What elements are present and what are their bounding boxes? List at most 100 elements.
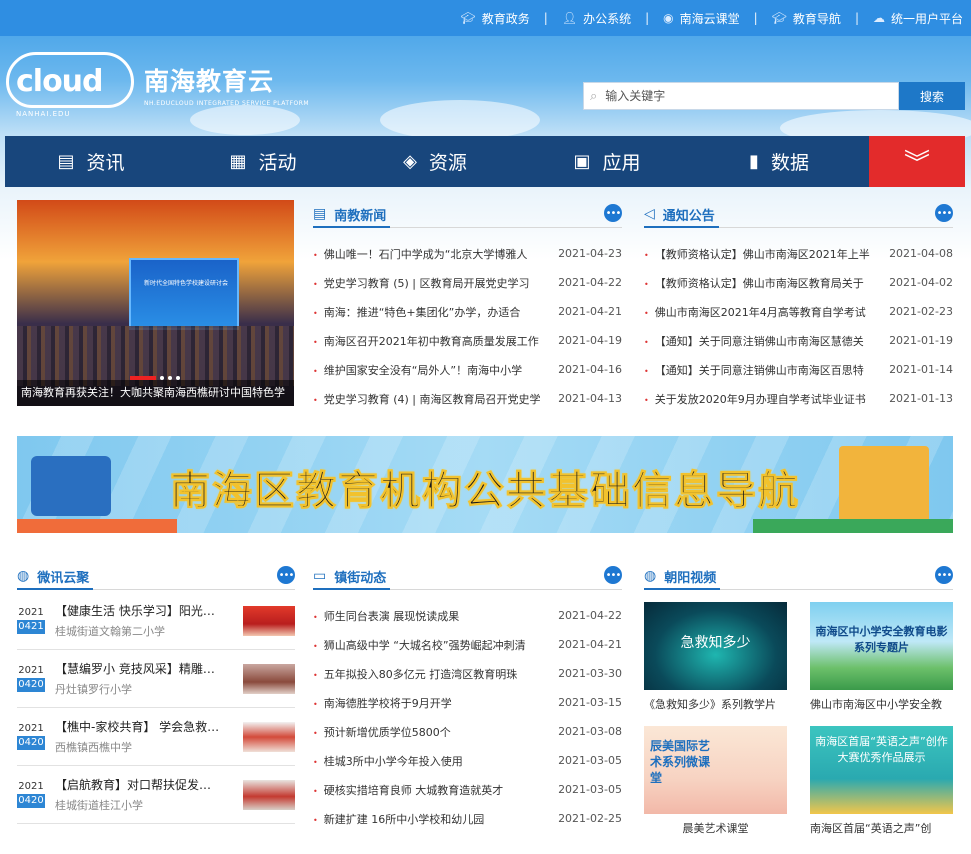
video-caption: 晨美艺术课堂 [682, 822, 749, 835]
nav-resources[interactable]: ◈ 资源 [349, 136, 521, 187]
more-button[interactable]: ••• [935, 204, 953, 222]
list-item[interactable]: 党史学习教育 (5) | 区教育局开展党史学习2021-04-22 [313, 268, 622, 297]
more-button[interactable]: ••• [935, 566, 953, 584]
list-item[interactable]: 预计新增优质学位5800个2021-03-08 [313, 717, 622, 746]
banner-title: 南海区教育机构公共基础信息导航 [170, 468, 800, 515]
video-card[interactable]: 南海区首届“英语之声”创作大赛优秀作品展示 南海区首届“英语之声”创 [810, 726, 953, 836]
list-item[interactable]: 2021 0421 【健康生活 快乐学习】阳光… 桂城街道文翰第二小学 [17, 592, 295, 650]
apps-grid-icon: ▣ [573, 151, 591, 172]
list-item[interactable]: 2021 0420 【启航教育】对口帮扶促发… 桂城街道桂江小学 [17, 766, 295, 824]
cloud-logo-text: cloud [16, 64, 104, 99]
nav-expand-button[interactable]: ︾ [869, 136, 965, 187]
list-item[interactable]: 狮山高级中学 “大城名校”强势崛起冲刺清2021-04-21 [313, 630, 622, 659]
town-panel: ▭ 镇街动态 ••• 师生同台表演 展现悦读成果2021-04-22 狮山高级中学… [313, 562, 622, 833]
video-overlay-title: 辰美国际艺术系列微课堂 [650, 739, 711, 785]
panel-header: ◍ 朝阳视频 ••• [644, 562, 953, 590]
list-item[interactable]: 桂城3所中小学今年投入使用2021-03-05 [313, 746, 622, 775]
top-link-education-affairs[interactable]: 🎓︎ 教育政务 [461, 10, 530, 27]
list-item[interactable]: 师生同台表演 展现悦读成果2021-04-22 [313, 601, 622, 630]
video-card[interactable]: 南海区中小学安全教育电影系列专题片 佛山市南海区中小学安全教 [810, 602, 953, 712]
town-list: 师生同台表演 展现悦读成果2021-04-22 狮山高级中学 “大城名校”强势崛… [313, 601, 622, 833]
nav-activities[interactable]: ▦ 活动 [177, 136, 349, 187]
cloud-class-icon: ◉ [663, 11, 674, 25]
top-link-unified-user[interactable]: ☁︎ 统一用户平台 [873, 10, 963, 27]
date-badge: 2021 0421 [17, 607, 45, 634]
notice-panel: ◁ 通知公告 ••• 【教师资格认定】佛山市南海区2021年上半2021-04-0… [644, 200, 953, 413]
nav-news[interactable]: ▤ 资讯 [5, 136, 177, 187]
video-caption: 《急救知多少》系列教学片 [644, 698, 776, 711]
separator: | [854, 11, 859, 25]
separator: | [645, 11, 650, 25]
list-item[interactable]: 新建扩建 16所中小学校和幼儿园2021-02-25 [313, 804, 622, 833]
separator: | [543, 11, 548, 25]
search-input[interactable] [605, 89, 866, 103]
more-button[interactable]: ••• [277, 566, 295, 584]
list-item[interactable]: 党史学习教育 (4) | 南海区教育局召开党史学2021-04-13 [313, 384, 622, 413]
thumbnail [243, 721, 295, 752]
video-thumbnail: 南海区中小学安全教育电影系列专题片 [810, 602, 953, 690]
video-thumbnail: 急救知多少 [644, 602, 787, 690]
top-link-office-system[interactable]: 👤︎ 办公系统 [562, 10, 631, 27]
more-button[interactable]: ••• [604, 566, 622, 584]
banner-decoration [17, 519, 177, 533]
top-link-education-nav[interactable]: 🎓︎ 教育导航 [772, 10, 841, 27]
news-slider[interactable]: 新时代全国特色学校建设研讨会 南海教育再获关注！大咖共聚南海西樵研讨中国特色学 [17, 200, 294, 406]
search-button[interactable]: 搜索 [899, 82, 965, 110]
calendar-icon: ▦ [229, 151, 247, 172]
video-card[interactable]: 辰美国际艺术系列微课堂 晨美艺术课堂 [644, 726, 787, 836]
cloud-icon: ☁︎ [872, 11, 885, 25]
video-caption: 南海区首届“英语之声”创 [810, 822, 932, 835]
list-item[interactable]: 【通知】关于同意注销佛山市南海区百思特2021-01-14 [644, 355, 953, 384]
nav-apps[interactable]: ▣ 应用 [521, 136, 693, 187]
list-item[interactable]: 关于发放2020年9月办理自学考试毕业证书2021-01-13 [644, 384, 953, 413]
list-item[interactable]: 维护国家安全没有“局外人”！南海中小学2021-04-16 [313, 355, 622, 384]
list-item[interactable]: 【教师资格认定】佛山市南海区教育局关于2021-04-02 [644, 268, 953, 297]
chat-bubble-icon: ▭ [313, 568, 327, 584]
list-item[interactable]: 南海区召开2021年初中教育高质量发展工作2021-04-19 [313, 326, 622, 355]
slider-caption[interactable]: 南海教育再获关注！大咖共聚南海西樵研讨中国特色学 [17, 380, 294, 406]
top-link-cloud-class[interactable]: ◉ 南海云课堂 [663, 10, 740, 27]
user-icon: 👤︎ [561, 11, 578, 25]
video-caption: 佛山市南海区中小学安全教 [810, 698, 942, 711]
list-item[interactable]: 佛山唯一！石门中学成为“北京大学博雅人2021-04-23 [313, 239, 622, 268]
list-item[interactable]: 【教师资格认定】佛山市南海区2021年上半2021-04-08 [644, 239, 953, 268]
thumbnail [243, 779, 295, 810]
more-button[interactable]: ••• [604, 204, 622, 222]
search-field: ⌕ [583, 82, 899, 110]
video-thumbnail: 南海区首届“英语之声”创作大赛优秀作品展示 [810, 726, 953, 814]
news-panel: ▤ 南教新闻 ••• 佛山唯一！石门中学成为“北京大学博雅人2021-04-23 … [313, 200, 622, 413]
video-card[interactable]: 急救知多少 《急救知多少》系列教学片 [644, 602, 787, 712]
brand-subtitle: NH.EDUCLOUD INTEGRATED SERVICE PLATFORM [144, 100, 310, 107]
brand-title: 南海教育云 [144, 67, 275, 96]
panel-title: 南教新闻 [334, 208, 387, 224]
navigation-banner[interactable]: 南海区教育机构公共基础信息导航 [17, 436, 953, 533]
panel-header: ◁ 通知公告 ••• [644, 200, 953, 228]
date-badge: 2021 0420 [17, 665, 45, 692]
list-item[interactable]: 南海德胜学校将于9月开学2021-03-15 [313, 688, 622, 717]
list-item[interactable]: 佛山市南海区2021年4月高等教育自学考试2021-02-23 [644, 297, 953, 326]
nav-data[interactable]: ▮ 数据 [693, 136, 865, 187]
video-overlay-title: 急救知多少 [680, 635, 751, 651]
panel-title: 通知公告 [662, 208, 715, 224]
notice-list: 【教师资格认定】佛山市南海区2021年上半2021-04-08 【教师资格认定】… [644, 239, 953, 413]
panel-header: ▤ 南教新闻 ••• [313, 200, 622, 228]
speaker-icon: ◁ [644, 206, 655, 222]
list-item[interactable]: 【通知】关于同意注销佛山市南海区慧德关2021-01-19 [644, 326, 953, 355]
video-overlay-title: 南海区中小学安全教育电影系列专题片 [815, 625, 948, 654]
list-item[interactable]: 硬核实措培育良师 大城教育造就英才2021-03-05 [313, 775, 622, 804]
main-nav: ▤ 资讯 ▦ 活动 ◈ 资源 ▣ 应用 ▮ 数据 ︾ [5, 136, 965, 187]
panel-header: ◍ 微讯云聚 ••• [17, 562, 295, 590]
chevron-double-down-icon: ︾ [903, 149, 930, 179]
slide-stage-text: 新时代全国特色学校建设研讨会 [143, 280, 228, 287]
list-item[interactable]: 南海：推进“特色+集团化”办学，办适合2021-04-21 [313, 297, 622, 326]
list-item[interactable]: 五年拟投入80多亿元 打造湾区教育明珠2021-03-30 [313, 659, 622, 688]
list-item[interactable]: 2021 0420 【樵中-家校共育】 学会急救… 西樵镇西樵中学 [17, 708, 295, 766]
video-thumbnail: 辰美国际艺术系列微课堂 [644, 726, 787, 814]
panel-title: 微讯云聚 [37, 570, 90, 586]
thumbnail [243, 663, 295, 694]
site-logo[interactable]: cloud NANHAI.EDU 南海教育云 NH.EDUCLOUD INTEG… [6, 50, 309, 122]
search-icon: ⌕ [590, 88, 598, 104]
news-icon: ▤ [57, 151, 75, 172]
panel-title: 镇街动态 [334, 570, 387, 586]
list-item[interactable]: 2021 0420 【慧编罗小 竞技风采】精雕… 丹灶镇罗行小学 [17, 650, 295, 708]
